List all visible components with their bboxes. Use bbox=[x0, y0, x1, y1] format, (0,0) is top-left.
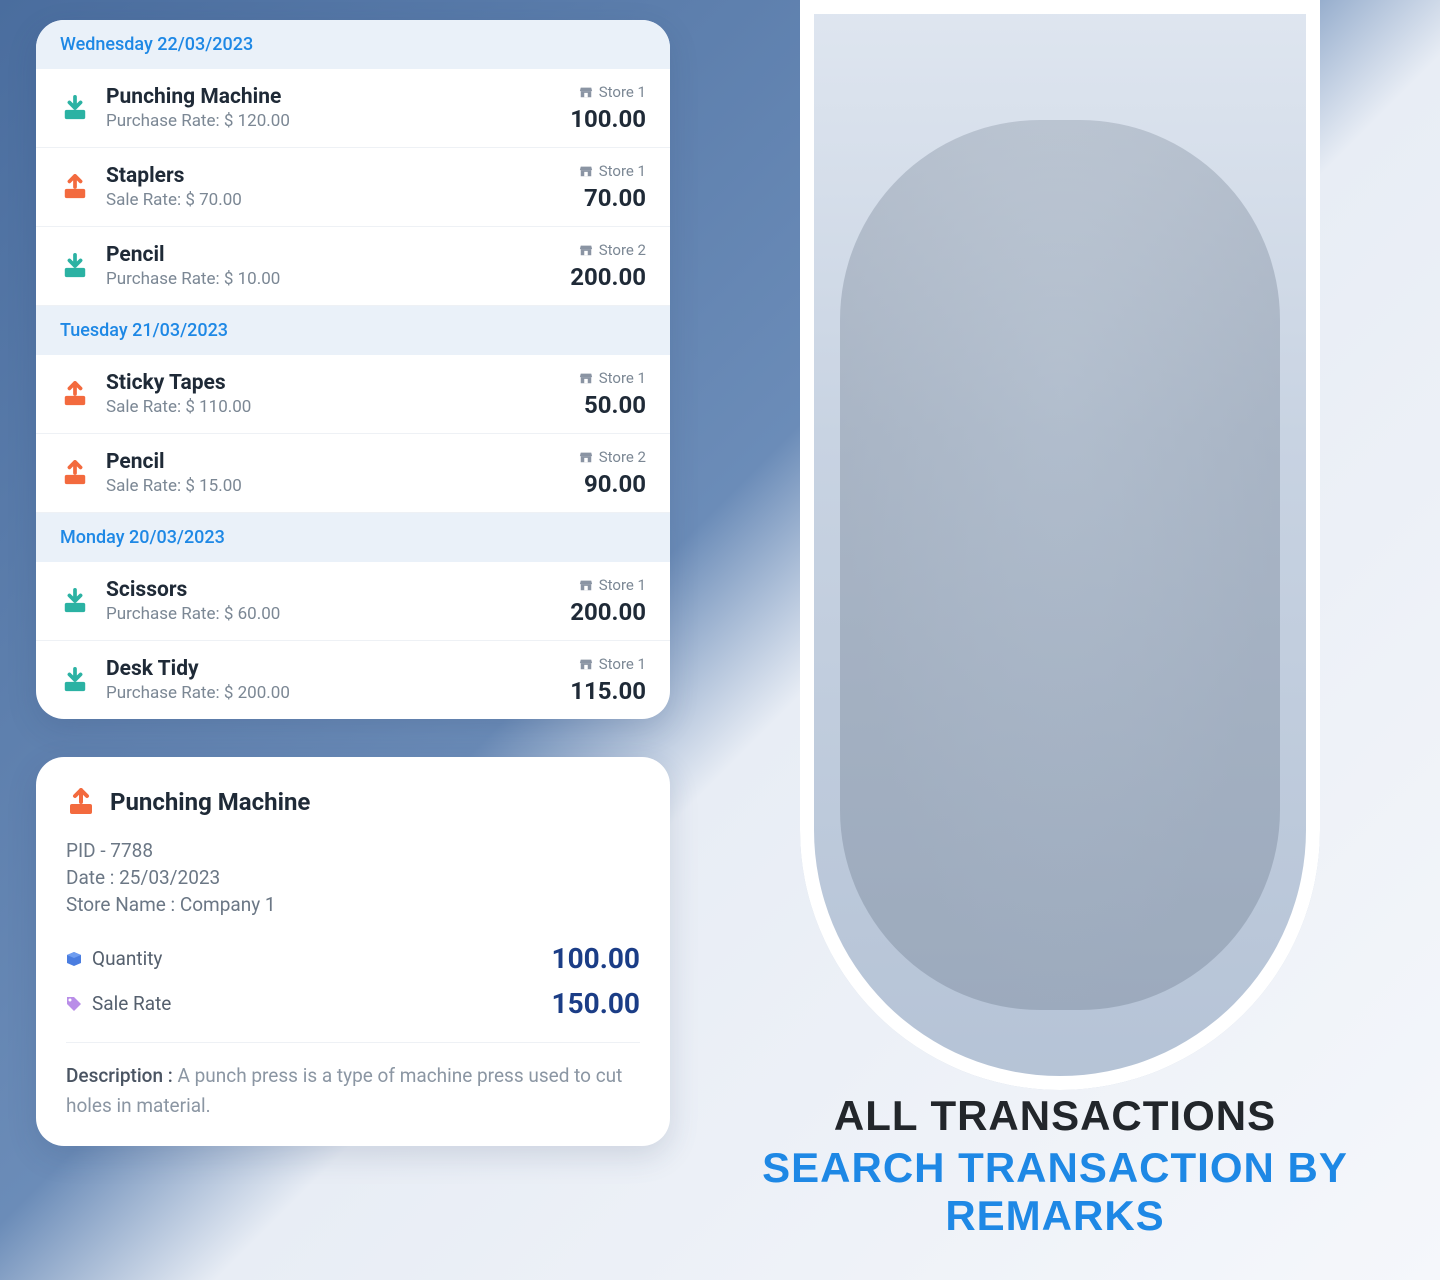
date-header: Wednesday 22/03/2023 bbox=[36, 20, 670, 69]
sale-icon bbox=[66, 787, 96, 817]
purchase-icon bbox=[60, 93, 90, 123]
banner-line-1: ALL TRANSACTIONS bbox=[710, 1092, 1400, 1140]
quantity-row: Quantity 100.00 bbox=[66, 936, 640, 981]
sale-icon bbox=[60, 172, 90, 202]
description-block: Description : A punch press is a type of… bbox=[66, 1042, 640, 1122]
detail-title: Punching Machine bbox=[110, 788, 310, 816]
transaction-amount: 50.00 bbox=[579, 391, 646, 419]
transaction-title: Pencil bbox=[106, 450, 563, 474]
store-icon bbox=[579, 243, 593, 257]
store-icon bbox=[579, 450, 593, 464]
transaction-store: Store 2 bbox=[579, 448, 646, 466]
transaction-title: Desk Tidy bbox=[106, 657, 554, 681]
transaction-row[interactable]: PencilSale Rate: $ 15.00 Store 2 90.00 bbox=[36, 434, 670, 513]
date-header: Monday 20/03/2023 bbox=[36, 513, 670, 562]
transaction-title: Sticky Tapes bbox=[106, 371, 563, 395]
transaction-store: Store 1 bbox=[579, 369, 646, 387]
transaction-row[interactable]: ScissorsPurchase Rate: $ 60.00 Store 1 200… bbox=[36, 562, 670, 641]
transaction-rate: Purchase Rate: $ 120.00 bbox=[106, 111, 554, 131]
quantity-label: Quantity bbox=[92, 947, 162, 970]
hero-photo-placeholder bbox=[800, 0, 1320, 1090]
transaction-amount: 200.00 bbox=[570, 263, 646, 291]
tag-icon bbox=[66, 996, 82, 1012]
cube-icon bbox=[66, 951, 82, 967]
sale-rate-row: Sale Rate 150.00 bbox=[66, 981, 640, 1026]
transaction-row[interactable]: StaplersSale Rate: $ 70.00 Store 1 70.00 bbox=[36, 148, 670, 227]
detail-pid: PID - 7788 bbox=[66, 839, 640, 862]
transaction-rate: Sale Rate: $ 15.00 bbox=[106, 476, 563, 496]
transaction-title: Pencil bbox=[106, 243, 554, 267]
store-icon bbox=[579, 371, 593, 385]
transaction-rate: Purchase Rate: $ 60.00 bbox=[106, 604, 554, 624]
sale-icon bbox=[60, 379, 90, 409]
store-icon bbox=[579, 85, 593, 99]
purchase-icon bbox=[60, 665, 90, 695]
purchase-icon bbox=[60, 251, 90, 281]
transaction-store: Store 1 bbox=[579, 162, 646, 180]
date-header: Tuesday 21/03/2023 bbox=[36, 306, 670, 355]
sale-rate-label: Sale Rate bbox=[92, 992, 171, 1015]
transaction-title: Staplers bbox=[106, 164, 563, 188]
transaction-row[interactable]: PencilPurchase Rate: $ 10.00 Store 2 200.0… bbox=[36, 227, 670, 306]
detail-store: Store Name : Company 1 bbox=[66, 893, 640, 916]
transaction-rate: Sale Rate: $ 70.00 bbox=[106, 190, 563, 210]
transaction-rate: Purchase Rate: $ 200.00 bbox=[106, 683, 554, 703]
store-icon bbox=[579, 164, 593, 178]
sale-icon bbox=[60, 458, 90, 488]
store-icon bbox=[579, 578, 593, 592]
transaction-rate: Sale Rate: $ 110.00 bbox=[106, 397, 563, 417]
transaction-title: Scissors bbox=[106, 578, 554, 602]
transaction-store: Store 1 bbox=[579, 576, 646, 594]
transactions-card: Wednesday 22/03/2023Punching MachinePurc… bbox=[36, 20, 670, 719]
transaction-amount: 200.00 bbox=[570, 598, 646, 626]
transaction-detail-card: Punching Machine PID - 7788 Date : 25/03… bbox=[36, 757, 670, 1146]
transaction-amount: 70.00 bbox=[579, 184, 646, 212]
transaction-store: Store 1 bbox=[579, 83, 646, 101]
transaction-title: Punching Machine bbox=[106, 85, 554, 109]
banner-line-2: SEARCH TRANSACTION BY REMARKS bbox=[710, 1144, 1400, 1240]
transaction-row[interactable]: Punching MachinePurchase Rate: $ 120.00 S… bbox=[36, 69, 670, 148]
transaction-row[interactable]: Sticky TapesSale Rate: $ 110.00 Store 1 50… bbox=[36, 355, 670, 434]
purchase-icon bbox=[60, 586, 90, 616]
transaction-amount: 100.00 bbox=[570, 105, 646, 133]
banner: ALL TRANSACTIONS SEARCH TRANSACTION BY R… bbox=[710, 1092, 1400, 1240]
transaction-amount: 90.00 bbox=[579, 470, 646, 498]
transaction-rate: Purchase Rate: $ 10.00 bbox=[106, 269, 554, 289]
transaction-store: Store 2 bbox=[579, 241, 646, 259]
detail-date: Date : 25/03/2023 bbox=[66, 866, 640, 889]
store-icon bbox=[579, 657, 593, 671]
transaction-amount: 115.00 bbox=[570, 677, 646, 705]
description-label: Description : bbox=[66, 1064, 178, 1087]
transaction-store: Store 1 bbox=[579, 655, 646, 673]
sale-rate-value: 150.00 bbox=[552, 987, 640, 1020]
transaction-row[interactable]: Desk TidyPurchase Rate: $ 200.00 Store 1 1… bbox=[36, 641, 670, 719]
hero-panel: ALL TRANSACTIONS SEARCH TRANSACTION BY R… bbox=[710, 0, 1400, 1280]
quantity-value: 100.00 bbox=[552, 942, 640, 975]
